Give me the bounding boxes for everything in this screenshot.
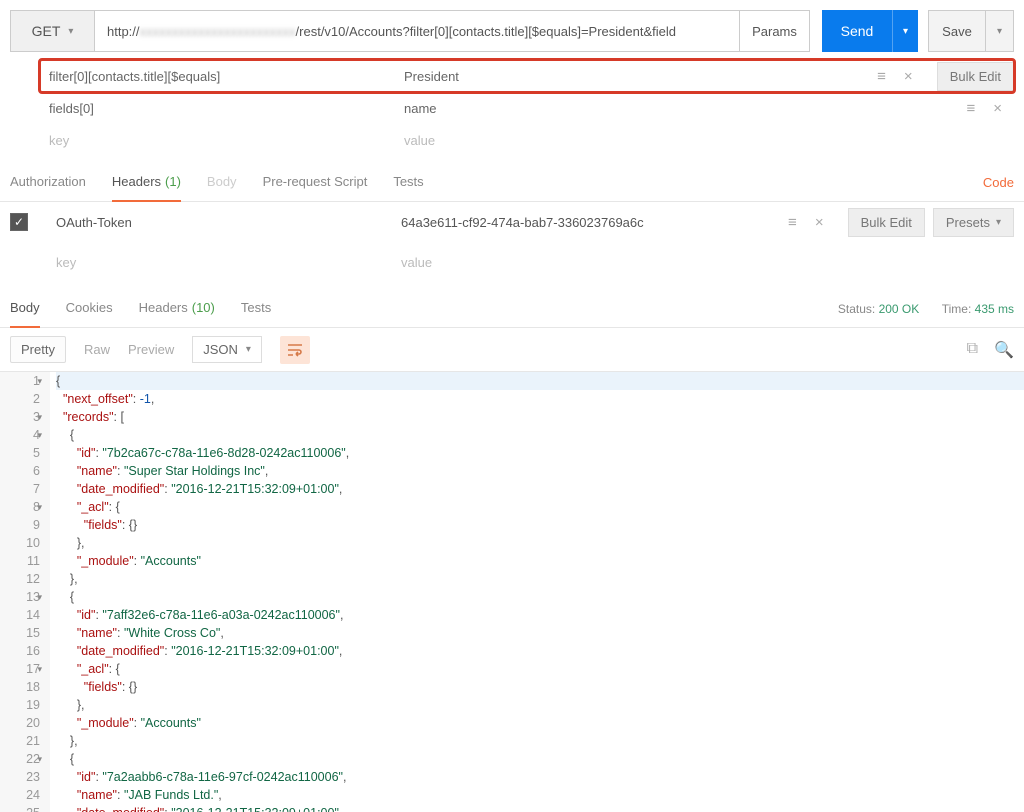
bulk-edit-button[interactable]: Bulk Edit [848, 208, 925, 237]
time-value: 435 ms [975, 302, 1014, 316]
param-row-actions: ≡ × [877, 68, 925, 85]
response-body-code[interactable]: 1234567891011121314151617181920212223242… [0, 372, 1024, 812]
param-value-input[interactable]: President [395, 63, 725, 90]
chevron-down-icon: ▾ [997, 26, 1002, 37]
param-row-new: key value [40, 124, 1014, 156]
url-prefix: http:// [107, 24, 140, 39]
header-value-input[interactable]: 64a3e611-cf92-474a-bab7-336023769a6c [393, 210, 733, 235]
header-row-actions: ≡ × [788, 214, 836, 231]
tab-count: (1) [165, 174, 181, 189]
param-key-input[interactable]: fields[0] [40, 95, 395, 122]
http-method-dropdown[interactable]: GET ▾ [10, 10, 95, 52]
bulk-edit-button[interactable]: Bulk Edit [937, 62, 1014, 91]
url-host-blurred: xxxxxxxxxxxxxxxxxxxxxxxx [140, 24, 296, 39]
tab-label: Headers [112, 174, 161, 189]
tab-tests[interactable]: Tests [393, 164, 423, 202]
format-dropdown[interactable]: JSON ▾ [192, 336, 262, 363]
param-value-input[interactable]: value [395, 127, 725, 154]
body-toolbar-right: ⧉ 🔍 [967, 340, 1014, 360]
chevron-down-icon: ▾ [996, 217, 1001, 228]
copy-icon[interactable]: ⧉ [967, 340, 978, 360]
chevron-down-icon: ▾ [246, 344, 251, 355]
wrap-toggle[interactable] [280, 336, 310, 364]
tab-count: (10) [192, 300, 215, 315]
drag-icon[interactable]: ≡ [877, 68, 886, 85]
header-value-input[interactable]: value [393, 250, 733, 275]
param-row-actions: ≡ × [966, 100, 1014, 117]
status-value: 200 OK [879, 302, 920, 316]
params-button[interactable]: Params [740, 10, 810, 52]
header-key-input[interactable]: key [48, 250, 393, 275]
response-status: Status: 200 OK Time: 435 ms [838, 302, 1014, 316]
params-table: filter[0][contacts.title][$equals] Presi… [0, 52, 1024, 164]
wrap-icon [287, 343, 303, 357]
close-icon[interactable]: × [815, 214, 824, 231]
header-key-input[interactable]: OAuth-Token [48, 210, 393, 235]
tab-prerequest[interactable]: Pre-request Script [263, 164, 368, 202]
param-key-input[interactable]: key [40, 127, 395, 154]
presets-label: Presets [946, 215, 990, 230]
tab-authorization[interactable]: Authorization [10, 164, 86, 202]
header-row-new: key value [0, 242, 1024, 282]
tab-label: Headers [139, 300, 188, 315]
code-link[interactable]: Code [983, 175, 1014, 190]
request-bar: GET ▾ http:// xxxxxxxxxxxxxxxxxxxxxxxx /… [0, 0, 1024, 52]
http-method-label: GET [32, 23, 61, 39]
code-lines: { "next_offset": -1, "records": [ { "id"… [50, 372, 1024, 812]
tab-response-tests[interactable]: Tests [241, 290, 271, 328]
response-tabs: Body Cookies Headers (10) Tests Status: … [0, 290, 1024, 328]
presets-button[interactable]: Presets ▾ [933, 208, 1014, 237]
chevron-down-icon: ▾ [903, 26, 908, 37]
save-button[interactable]: Save [928, 10, 986, 52]
send-button[interactable]: Send [822, 10, 892, 52]
format-label: JSON [203, 342, 238, 357]
view-preview[interactable]: Preview [128, 342, 174, 357]
param-row: fields[0] name ≡ × [40, 92, 1014, 124]
status-label: Status: [838, 302, 875, 316]
url-path: /rest/v10/Accounts?filter[0][contacts.ti… [296, 24, 676, 39]
chevron-down-icon: ▾ [68, 26, 73, 37]
header-buttons: Bulk Edit Presets ▾ [848, 208, 1014, 237]
tab-response-headers[interactable]: Headers (10) [139, 290, 215, 328]
tab-response-body[interactable]: Body [10, 290, 40, 328]
param-key-input[interactable]: filter[0][contacts.title][$equals] [40, 63, 395, 90]
request-tabs: Authorization Headers (1) Body Pre-reque… [0, 164, 1024, 202]
header-enabled-checkbox[interactable]: ✓ [10, 213, 28, 231]
tab-response-cookies[interactable]: Cookies [66, 290, 113, 328]
body-toolbar: Pretty Raw Preview JSON ▾ ⧉ 🔍 [0, 328, 1024, 372]
send-dropdown[interactable]: ▾ [892, 10, 918, 52]
view-pretty[interactable]: Pretty [10, 336, 66, 363]
view-raw[interactable]: Raw [84, 342, 110, 357]
tab-headers[interactable]: Headers (1) [112, 164, 181, 202]
headers-table: ✓ OAuth-Token 64a3e611-cf92-474a-bab7-33… [0, 202, 1024, 282]
url-input[interactable]: http:// xxxxxxxxxxxxxxxxxxxxxxxx /rest/v… [95, 10, 740, 52]
header-row: ✓ OAuth-Token 64a3e611-cf92-474a-bab7-33… [0, 202, 1024, 242]
close-icon[interactable]: × [993, 100, 1002, 117]
drag-icon[interactable]: ≡ [788, 214, 797, 231]
time-label: Time: [942, 302, 972, 316]
param-value-input[interactable]: name [395, 95, 725, 122]
code-gutter: 1234567891011121314151617181920212223242… [0, 372, 50, 812]
save-dropdown[interactable]: ▾ [986, 10, 1014, 52]
search-icon[interactable]: 🔍 [994, 340, 1014, 360]
tab-body[interactable]: Body [207, 164, 237, 202]
drag-icon[interactable]: ≡ [966, 100, 975, 117]
param-row: filter[0][contacts.title][$equals] Presi… [40, 60, 1014, 92]
close-icon[interactable]: × [904, 68, 913, 85]
